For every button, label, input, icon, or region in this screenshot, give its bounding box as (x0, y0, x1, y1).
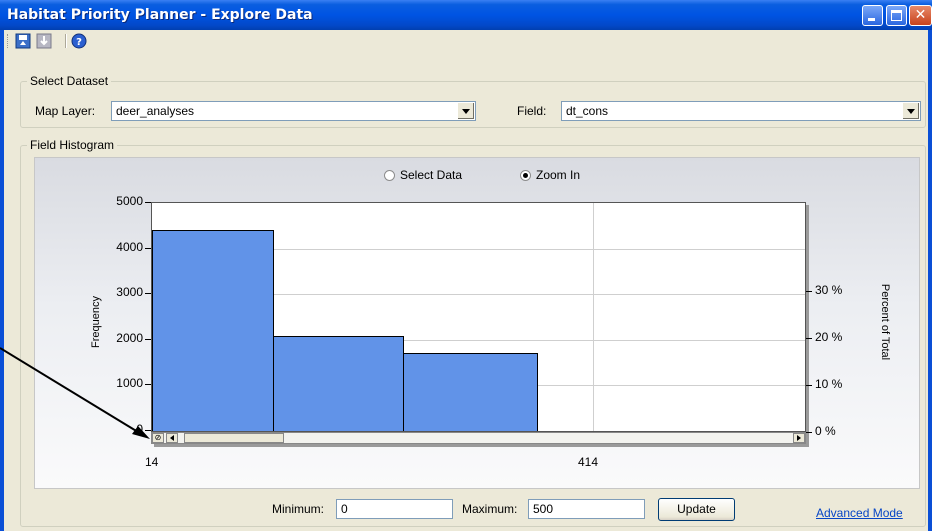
export-icon (36, 33, 52, 49)
scroll-thumb[interactable] (184, 433, 284, 443)
y2-tick-label: 10 % (815, 377, 843, 391)
export-button[interactable] (35, 32, 53, 50)
map-layer-label: Map Layer: (35, 104, 96, 118)
minimum-input[interactable]: 0 (336, 499, 453, 519)
svg-text:?: ? (76, 37, 82, 48)
annotation-arrow (0, 347, 150, 439)
y-tick-mark (145, 293, 151, 295)
field-dropdown[interactable]: dt_cons (561, 101, 921, 121)
arrow-right-icon (797, 435, 801, 441)
histogram-scrollbar[interactable]: ⊘ (151, 432, 806, 444)
arrow-left-icon (170, 435, 174, 441)
zoom-in-label[interactable]: Zoom In (536, 168, 580, 182)
field-value: dt_cons (566, 104, 609, 118)
field-label: Field: (517, 104, 547, 118)
y2-tick-label: 30 % (815, 283, 843, 297)
minimize-icon (868, 18, 875, 21)
help-button[interactable]: ? (70, 32, 88, 50)
y-tick-label: 5000 (116, 194, 143, 208)
title-bar[interactable]: Habitat Priority Planner - Explore Data … (0, 0, 932, 30)
y-tick-mark (145, 202, 151, 203)
toolbar: ? (4, 30, 928, 52)
y-tick-label: 3000 (116, 285, 143, 300)
y2-tick-label: 20 % (815, 330, 843, 344)
minimum-label: Minimum: (272, 502, 325, 516)
maximize-button[interactable] (886, 5, 907, 26)
y-tick-label: 4000 (116, 239, 143, 254)
x-tick-label: 414 (578, 455, 599, 469)
y2-axis-label: Percent of Total (879, 283, 891, 361)
save-icon (15, 33, 31, 49)
advanced-mode-link[interactable]: Advanced Mode (816, 506, 903, 520)
histogram-bar[interactable] (273, 336, 405, 431)
gridline-vertical (593, 203, 594, 431)
save-button[interactable] (14, 32, 32, 50)
maximum-label: Maximum: (462, 502, 518, 516)
chevron-down-icon (907, 108, 915, 114)
radio-selected-dot (523, 173, 528, 178)
field-histogram-legend: Field Histogram (27, 138, 118, 152)
y2-tick-mark (806, 432, 812, 433)
help-icon: ? (71, 33, 87, 49)
y2-tick-mark (806, 338, 812, 339)
map-layer-dropdown-button[interactable] (457, 103, 474, 119)
select-dataset-legend: Select Dataset (27, 74, 112, 88)
map-layer-dropdown[interactable]: deer_analyses (111, 101, 476, 121)
zoom-in-radio[interactable] (520, 170, 531, 181)
y2-tick-mark (806, 291, 812, 292)
histogram-plot-area[interactable] (151, 202, 806, 432)
update-button[interactable]: Update (658, 498, 735, 521)
maximum-input[interactable]: 500 (528, 499, 645, 519)
select-data-radio[interactable] (384, 170, 395, 181)
toolbar-grip[interactable] (7, 34, 10, 48)
field-dropdown-button[interactable] (902, 103, 919, 119)
maximize-icon (891, 10, 902, 21)
y-tick-mark (145, 247, 151, 249)
window-frame-right (928, 30, 932, 531)
select-data-label[interactable]: Select Data (400, 168, 462, 182)
minimize-button[interactable] (862, 5, 883, 26)
y2-tick-mark (806, 385, 812, 386)
histogram-bar[interactable] (152, 230, 275, 431)
toolbar-separator (65, 34, 67, 48)
chevron-down-icon (462, 108, 470, 114)
window-title: Habitat Priority Planner - Explore Data (7, 7, 313, 23)
scroll-left-button[interactable] (166, 433, 178, 443)
histogram-bar[interactable] (403, 352, 538, 431)
close-button[interactable]: ✕ (909, 5, 932, 26)
window-frame-left (0, 30, 4, 531)
x-tick-label: 14 (145, 455, 159, 469)
close-icon: ✕ (914, 7, 927, 23)
y2-tick-label: 0 % (815, 424, 836, 438)
scroll-right-button[interactable] (793, 433, 805, 443)
map-layer-value: deer_analyses (116, 104, 195, 118)
